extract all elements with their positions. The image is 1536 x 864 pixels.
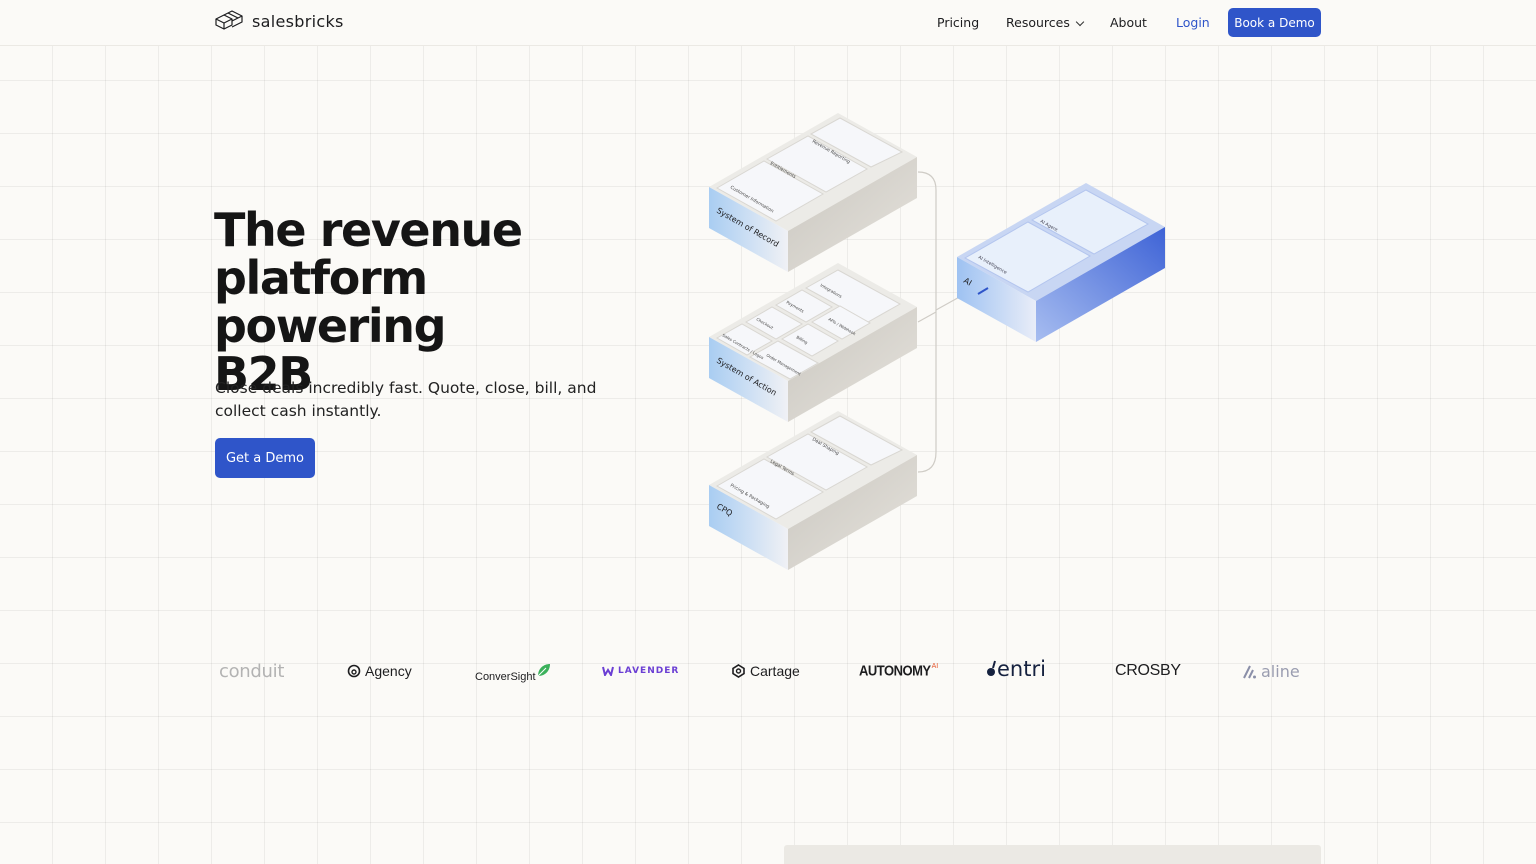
- logo-conversight: ConverSight: [475, 661, 552, 683]
- lavender-mark-icon: [602, 666, 614, 676]
- hero-title: The revenue platform powering B2B: [214, 206, 654, 398]
- logo-autonomy: AUTONOMY AI: [859, 661, 939, 680]
- platform-diagram: System of Record Customer Information En…: [709, 113, 1165, 570]
- nav-pricing-link[interactable]: Pricing: [937, 15, 979, 30]
- leaf-icon: [537, 664, 550, 677]
- bottom-panel-edge: [784, 845, 1321, 864]
- chevron-down-icon: [1075, 17, 1085, 27]
- top-nav: salesbricks Pricing Resources About Logi…: [0, 0, 1536, 46]
- logo-conduit-text: conduit: [219, 661, 285, 682]
- bricks-logo-icon: [215, 10, 243, 30]
- logo-autonomy-sup: AI: [931, 663, 939, 670]
- hero-title-line2: platform powering: [214, 251, 447, 353]
- logo-crosby: CROSBY: [1115, 662, 1181, 680]
- hero-subtitle: Close deals incredibly fast. Quote, clos…: [215, 379, 597, 420]
- logo-conversight-text: ConverSight: [475, 671, 536, 683]
- logo-conduit: conduit: [219, 661, 284, 682]
- logo-aline: aline: [1243, 662, 1300, 681]
- logo-entri: entri: [986, 657, 1046, 681]
- ai-block: AI AI Intelligence AI Agent: [957, 183, 1165, 342]
- aline-mark-icon: [1243, 665, 1256, 678]
- entri-dot-icon: [987, 660, 996, 676]
- logo-cartage: Cartage: [731, 663, 800, 679]
- logo-lavender-text: LAVENDER: [618, 666, 680, 676]
- logo-entri-text: entri: [997, 657, 1046, 681]
- logo-aline-text: aline: [1261, 662, 1300, 681]
- logo-lavender: LAVENDER: [602, 666, 679, 676]
- agency-mark-icon: [347, 664, 361, 678]
- logo-agency: Agency: [347, 663, 412, 679]
- logo-crosby-text: CROSBY: [1115, 662, 1181, 679]
- logo-cartage-text: Cartage: [750, 663, 800, 679]
- nav-about-link[interactable]: About: [1110, 15, 1147, 30]
- nav-login-link[interactable]: Login: [1176, 15, 1210, 30]
- book-demo-button[interactable]: Book a Demo: [1228, 8, 1321, 37]
- logo-autonomy-text: AUTONOMY: [859, 661, 931, 680]
- system-of-record-block: System of Record Customer Information En…: [709, 113, 917, 272]
- cpq-block: CPQ Pricing & Packaging Legal Terms Deal…: [709, 411, 917, 570]
- nav-resources-label: Resources: [1006, 15, 1070, 30]
- brand-logo[interactable]: salesbricks: [214, 10, 344, 32]
- nav-resources-dropdown[interactable]: Resources: [1006, 15, 1085, 30]
- brand-name: salesbricks: [252, 11, 344, 31]
- get-demo-button[interactable]: Get a Demo: [215, 438, 315, 478]
- customer-logos: conduit Agency ConverSight LAVENDER Cart…: [210, 655, 1320, 695]
- hero-title-line1: The revenue: [214, 203, 523, 257]
- system-of-action-block: System of Action Sales Contracts / Logos…: [709, 263, 917, 422]
- logo-agency-text: Agency: [365, 663, 412, 679]
- cartage-mark-icon: [732, 664, 745, 678]
- connector-lines: [917, 171, 991, 473]
